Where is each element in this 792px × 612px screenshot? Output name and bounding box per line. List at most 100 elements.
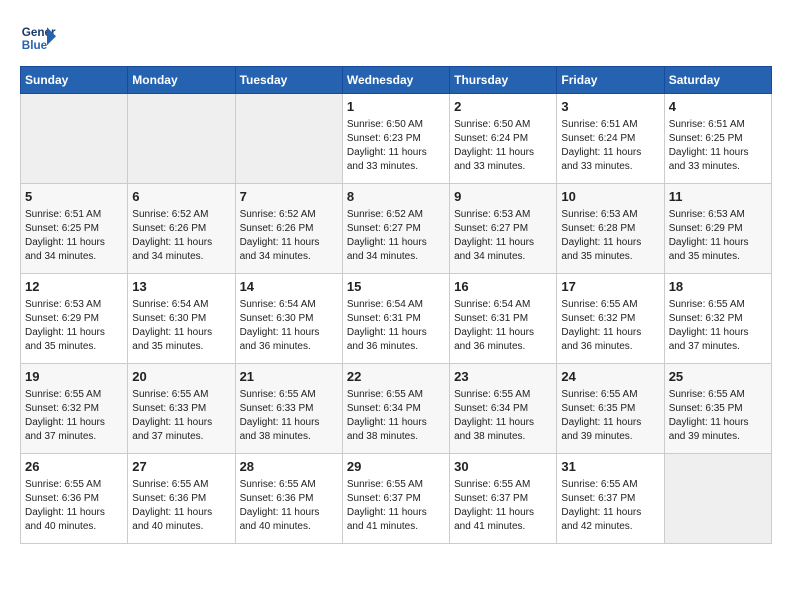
day-number: 20: [132, 368, 230, 386]
day-number: 2: [454, 98, 552, 116]
day-number: 26: [25, 458, 123, 476]
day-info: Sunrise: 6:52 AM Sunset: 6:26 PM Dayligh…: [240, 208, 338, 264]
calendar-cell: 10Sunrise: 6:53 AM Sunset: 6:28 PM Dayli…: [557, 184, 664, 274]
calendar-header: SundayMondayTuesdayWednesdayThursdayFrid…: [21, 67, 772, 94]
weekday-label: Saturday: [664, 67, 771, 94]
day-info: Sunrise: 6:55 AM Sunset: 6:37 PM Dayligh…: [454, 478, 552, 534]
weekday-label: Monday: [128, 67, 235, 94]
day-number: 17: [561, 278, 659, 296]
weekday-label: Wednesday: [342, 67, 449, 94]
day-info: Sunrise: 6:55 AM Sunset: 6:35 PM Dayligh…: [561, 388, 659, 444]
day-number: 24: [561, 368, 659, 386]
calendar-cell: [664, 454, 771, 544]
day-number: 8: [347, 188, 445, 206]
day-number: 25: [669, 368, 767, 386]
day-info: Sunrise: 6:54 AM Sunset: 6:30 PM Dayligh…: [240, 298, 338, 354]
calendar-cell: 26 Sunrise: 6:55 AM Sunset: 6:36 PM Dayli…: [21, 454, 128, 544]
calendar-body: 1 Sunrise: 6:50 AM Sunset: 6:23 PM Daylig…: [21, 94, 772, 544]
day-number: 16: [454, 278, 552, 296]
day-info: Sunrise: 6:55 AM Sunset: 6:32 PM Dayligh…: [669, 298, 767, 354]
calendar-cell: 17 Sunrise: 6:55 AM Sunset: 6:32 PM Dayli…: [557, 274, 664, 364]
day-number: 1: [347, 98, 445, 116]
calendar-table: SundayMondayTuesdayWednesdayThursdayFrid…: [20, 66, 772, 544]
weekday-label: Friday: [557, 67, 664, 94]
day-number: 10: [561, 188, 659, 206]
day-info: Sunrise: 6:53 AM Sunset: 6:27 PM Dayligh…: [454, 208, 552, 264]
day-info: Sunrise: 6:51 AM Sunset: 6:24 PM Dayligh…: [561, 118, 659, 174]
calendar-cell: 20Sunrise: 6:55 AM Sunset: 6:33 PM Dayli…: [128, 364, 235, 454]
day-number: 12: [25, 278, 123, 296]
calendar-cell: 11Sunrise: 6:53 AM Sunset: 6:29 PM Dayli…: [664, 184, 771, 274]
calendar-cell: 16 Sunrise: 6:54 AM Sunset: 6:31 PM Dayli…: [450, 274, 557, 364]
calendar-cell: 21Sunrise: 6:55 AM Sunset: 6:33 PM Dayli…: [235, 364, 342, 454]
day-info: Sunrise: 6:55 AM Sunset: 6:36 PM Dayligh…: [240, 478, 338, 534]
calendar-cell: [21, 94, 128, 184]
weekday-label: Tuesday: [235, 67, 342, 94]
day-info: Sunrise: 6:55 AM Sunset: 6:35 PM Dayligh…: [669, 388, 767, 444]
calendar-cell: 27Sunrise: 6:55 AM Sunset: 6:36 PM Dayli…: [128, 454, 235, 544]
day-number: 28: [240, 458, 338, 476]
calendar-cell: 23Sunrise: 6:55 AM Sunset: 6:34 PM Dayli…: [450, 364, 557, 454]
day-info: Sunrise: 6:55 AM Sunset: 6:36 PM Dayligh…: [25, 478, 123, 534]
page-header: General Blue: [20, 20, 772, 56]
weekday-label: Sunday: [21, 67, 128, 94]
day-number: 29: [347, 458, 445, 476]
day-number: 15: [347, 278, 445, 296]
calendar-cell: 7 Sunrise: 6:52 AM Sunset: 6:26 PM Daylig…: [235, 184, 342, 274]
day-info: Sunrise: 6:50 AM Sunset: 6:23 PM Dayligh…: [347, 118, 445, 174]
calendar-cell: 29 Sunrise: 6:55 AM Sunset: 6:37 PM Dayli…: [342, 454, 449, 544]
day-number: 3: [561, 98, 659, 116]
day-info: Sunrise: 6:54 AM Sunset: 6:30 PM Dayligh…: [132, 298, 230, 354]
calendar-cell: 28 Sunrise: 6:55 AM Sunset: 6:36 PM Dayli…: [235, 454, 342, 544]
calendar-cell: 12 Sunrise: 6:53 AM Sunset: 6:29 PM Dayli…: [21, 274, 128, 364]
logo-icon: General Blue: [20, 20, 56, 56]
day-info: Sunrise: 6:55 AM Sunset: 6:36 PM Dayligh…: [132, 478, 230, 534]
calendar-cell: 25 Sunrise: 6:55 AM Sunset: 6:35 PM Dayli…: [664, 364, 771, 454]
day-info: Sunrise: 6:55 AM Sunset: 6:37 PM Dayligh…: [347, 478, 445, 534]
day-info: Sunrise: 6:52 AM Sunset: 6:26 PM Dayligh…: [132, 208, 230, 264]
calendar-cell: 15 Sunrise: 6:54 AM Sunset: 6:31 PM Dayli…: [342, 274, 449, 364]
calendar-cell: 8 Sunrise: 6:52 AM Sunset: 6:27 PM Daylig…: [342, 184, 449, 274]
day-info: Sunrise: 6:55 AM Sunset: 6:37 PM Dayligh…: [561, 478, 659, 534]
day-info: Sunrise: 6:55 AM Sunset: 6:32 PM Dayligh…: [561, 298, 659, 354]
svg-text:Blue: Blue: [22, 39, 48, 52]
calendar-cell: 30 Sunrise: 6:55 AM Sunset: 6:37 PM Dayli…: [450, 454, 557, 544]
calendar-cell: 14 Sunrise: 6:54 AM Sunset: 6:30 PM Dayli…: [235, 274, 342, 364]
day-info: Sunrise: 6:51 AM Sunset: 6:25 PM Dayligh…: [25, 208, 123, 264]
calendar-cell: 13 Sunrise: 6:54 AM Sunset: 6:30 PM Dayli…: [128, 274, 235, 364]
day-number: 30: [454, 458, 552, 476]
calendar-cell: 6Sunrise: 6:52 AM Sunset: 6:26 PM Daylig…: [128, 184, 235, 274]
day-info: Sunrise: 6:53 AM Sunset: 6:29 PM Dayligh…: [669, 208, 767, 264]
calendar-week-row: 1 Sunrise: 6:50 AM Sunset: 6:23 PM Daylig…: [21, 94, 772, 184]
day-number: 21: [240, 368, 338, 386]
calendar-cell: 18 Sunrise: 6:55 AM Sunset: 6:32 PM Dayli…: [664, 274, 771, 364]
calendar-cell: 22Sunrise: 6:55 AM Sunset: 6:34 PM Dayli…: [342, 364, 449, 454]
day-info: Sunrise: 6:55 AM Sunset: 6:32 PM Dayligh…: [25, 388, 123, 444]
day-info: Sunrise: 6:52 AM Sunset: 6:27 PM Dayligh…: [347, 208, 445, 264]
calendar-week-row: 12 Sunrise: 6:53 AM Sunset: 6:29 PM Dayli…: [21, 274, 772, 364]
day-number: 31: [561, 458, 659, 476]
day-info: Sunrise: 6:50 AM Sunset: 6:24 PM Dayligh…: [454, 118, 552, 174]
calendar-week-row: 5Sunrise: 6:51 AM Sunset: 6:25 PM Daylig…: [21, 184, 772, 274]
day-number: 9: [454, 188, 552, 206]
day-number: 23: [454, 368, 552, 386]
calendar-cell: 19Sunrise: 6:55 AM Sunset: 6:32 PM Dayli…: [21, 364, 128, 454]
day-info: Sunrise: 6:54 AM Sunset: 6:31 PM Dayligh…: [454, 298, 552, 354]
calendar-cell: 9 Sunrise: 6:53 AM Sunset: 6:27 PM Daylig…: [450, 184, 557, 274]
day-number: 14: [240, 278, 338, 296]
day-number: 22: [347, 368, 445, 386]
calendar-cell: 5Sunrise: 6:51 AM Sunset: 6:25 PM Daylig…: [21, 184, 128, 274]
calendar-cell: 2 Sunrise: 6:50 AM Sunset: 6:24 PM Daylig…: [450, 94, 557, 184]
day-info: Sunrise: 6:54 AM Sunset: 6:31 PM Dayligh…: [347, 298, 445, 354]
day-info: Sunrise: 6:53 AM Sunset: 6:29 PM Dayligh…: [25, 298, 123, 354]
calendar-week-row: 19Sunrise: 6:55 AM Sunset: 6:32 PM Dayli…: [21, 364, 772, 454]
day-number: 4: [669, 98, 767, 116]
day-number: 13: [132, 278, 230, 296]
calendar-cell: 3 Sunrise: 6:51 AM Sunset: 6:24 PM Daylig…: [557, 94, 664, 184]
calendar-cell: 4Sunrise: 6:51 AM Sunset: 6:25 PM Daylig…: [664, 94, 771, 184]
weekday-header-row: SundayMondayTuesdayWednesdayThursdayFrid…: [21, 67, 772, 94]
day-number: 18: [669, 278, 767, 296]
logo: General Blue: [20, 20, 56, 56]
calendar-cell: 24 Sunrise: 6:55 AM Sunset: 6:35 PM Dayli…: [557, 364, 664, 454]
day-number: 7: [240, 188, 338, 206]
